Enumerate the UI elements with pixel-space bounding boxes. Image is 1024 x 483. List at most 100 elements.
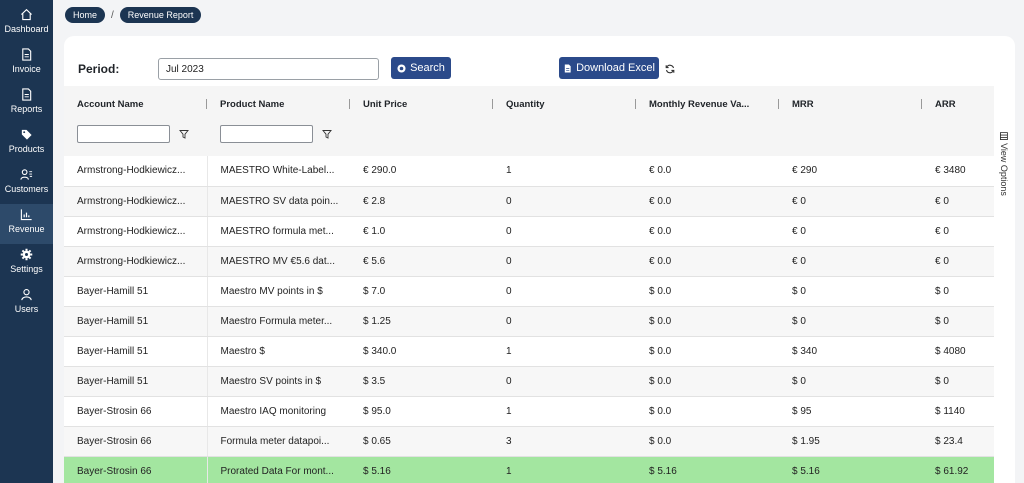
search-button[interactable]: Search	[391, 57, 451, 79]
arr-cell: $ 61.92	[922, 456, 994, 483]
product-name-cell: Maestro IAQ monitoring	[207, 396, 350, 427]
download-excel-button[interactable]: Download Excel	[559, 57, 659, 79]
column-header-arr[interactable]: ARR	[922, 86, 994, 122]
sidebar-item-users[interactable]: Users	[0, 284, 53, 324]
table-row[interactable]: Bayer-Hamill 51 Maestro $ $ 340.0 1 $ 0.0 $ 3…	[64, 336, 994, 367]
filter-cell-empty	[350, 122, 493, 156]
monthly-revenue-cell: € 0.0	[636, 246, 779, 277]
quantity-cell: 1	[493, 456, 636, 483]
table-row[interactable]: Bayer-Hamill 51 Maestro Formula meter... $…	[64, 306, 994, 337]
unit-price-cell: € 2.8	[350, 186, 493, 217]
quantity-cell: 0	[493, 216, 636, 247]
mrr-cell: $ 0	[779, 306, 922, 337]
account-name-cell: Armstrong-Hodkiewicz...	[64, 246, 208, 277]
filter-cell-empty	[779, 122, 922, 156]
arr-cell: $ 0	[922, 276, 994, 307]
product-name-cell: Maestro Formula meter...	[207, 306, 350, 337]
table-row[interactable]: Bayer-Strosin 66 Formula meter datapoi...…	[64, 426, 994, 457]
product-name-cell: Maestro MV points in $	[207, 276, 350, 307]
quantity-cell: 3	[493, 426, 636, 457]
revenue-table: Account Name Product Name Unit Price Qua…	[64, 86, 994, 483]
sidebar-item-label: Reports	[10, 104, 43, 114]
column-header-unit-price[interactable]: Unit Price	[350, 86, 493, 122]
refresh-icon[interactable]	[665, 64, 675, 74]
customers-icon	[20, 169, 33, 180]
sidebar-item-reports[interactable]: Reports	[0, 84, 53, 124]
report-card: Period: Search Download Excel View Optio…	[64, 36, 1015, 483]
product-name-cell: MAESTRO White-Label...	[207, 156, 350, 187]
unit-price-cell: $ 7.0	[350, 276, 493, 307]
period-label: Period:	[78, 62, 120, 76]
period-input[interactable]	[158, 58, 379, 80]
mrr-cell: $ 95	[779, 396, 922, 427]
document-icon	[22, 88, 32, 101]
arr-cell: $ 0	[922, 366, 994, 397]
breadcrumb-home[interactable]: Home	[65, 7, 106, 23]
sidebar-item-customers[interactable]: Customers	[0, 164, 53, 204]
monthly-revenue-cell: € 0.0	[636, 186, 779, 217]
unit-price-cell: $ 5.16	[350, 456, 493, 483]
unit-price-cell: $ 0.65	[350, 426, 493, 457]
monthly-revenue-cell: $ 0.0	[636, 396, 779, 427]
mrr-cell: € 290	[779, 156, 922, 187]
account-name-cell: Armstrong-Hodkiewicz...	[64, 186, 208, 217]
mrr-cell: $ 340	[779, 336, 922, 367]
sidebar-item-label: Invoice	[12, 64, 41, 74]
product-name-cell: Prorated Data For mont...	[207, 456, 350, 483]
sidebar: Dashboard Invoice Reports Products Custo…	[0, 0, 53, 483]
gear-icon	[20, 248, 33, 261]
document-icon	[22, 48, 32, 61]
unit-price-cell: $ 95.0	[350, 396, 493, 427]
breadcrumb-current[interactable]: Revenue Report	[119, 7, 202, 23]
unit-price-cell: $ 340.0	[350, 336, 493, 367]
breadcrumb: Home / Revenue Report	[65, 7, 202, 23]
table-row[interactable]: Armstrong-Hodkiewicz... MAESTRO White-Lab…	[64, 156, 994, 187]
column-header-product-name[interactable]: Product Name	[207, 86, 350, 122]
table-row[interactable]: Bayer-Hamill 51 Maestro SV points in $ $ 3…	[64, 366, 994, 397]
account-name-cell: Bayer-Strosin 66	[64, 396, 208, 427]
arr-cell: $ 4080	[922, 336, 994, 367]
sidebar-item-products[interactable]: Products	[0, 124, 53, 164]
user-icon	[21, 289, 32, 301]
product-name-cell: Maestro $	[207, 336, 350, 367]
column-header-quantity[interactable]: Quantity	[493, 86, 636, 122]
quantity-cell: 1	[493, 336, 636, 367]
table-row[interactable]: Armstrong-Hodkiewicz... MAESTRO SV data p…	[64, 186, 994, 217]
sidebar-item-invoice[interactable]: Invoice	[0, 44, 53, 84]
column-header-monthly-revenue[interactable]: Monthly Revenue Va...	[636, 86, 779, 122]
column-header-mrr[interactable]: MRR	[779, 86, 922, 122]
sidebar-item-dashboard[interactable]: Dashboard	[0, 4, 53, 44]
table-row[interactable]: Bayer-Strosin 66 Maestro IAQ monitoring $ …	[64, 396, 994, 427]
table-row[interactable]: Bayer-Strosin 66 Prorated Data For mont..…	[64, 456, 994, 483]
table-row[interactable]: Armstrong-Hodkiewicz... MAESTRO formula m…	[64, 216, 994, 247]
product-name-cell: Maestro SV points in $	[207, 366, 350, 397]
account-name-cell: Armstrong-Hodkiewicz...	[64, 156, 208, 187]
quantity-cell: 0	[493, 276, 636, 307]
quantity-cell: 0	[493, 186, 636, 217]
chart-icon	[20, 209, 32, 221]
monthly-revenue-cell: $ 0.0	[636, 336, 779, 367]
filter-icon[interactable]	[179, 129, 189, 139]
column-header-account-name[interactable]: Account Name	[64, 86, 207, 122]
account-name-filter-input[interactable]	[77, 125, 170, 143]
arr-cell: $ 0	[922, 306, 994, 337]
view-options-button[interactable]: View Options	[992, 104, 1015, 224]
product-name-filter-input[interactable]	[220, 125, 313, 143]
account-name-filter-cell	[64, 122, 207, 156]
table-row[interactable]: Armstrong-Hodkiewicz... MAESTRO MV €5.6 d…	[64, 246, 994, 277]
arr-cell: € 0	[922, 246, 994, 277]
account-name-cell: Bayer-Hamill 51	[64, 306, 208, 337]
arr-cell: € 3480	[922, 156, 994, 187]
search-icon	[397, 63, 406, 73]
account-name-cell: Bayer-Strosin 66	[64, 456, 208, 483]
sidebar-item-settings[interactable]: Settings	[0, 244, 53, 284]
sidebar-item-revenue[interactable]: Revenue	[0, 204, 53, 244]
filter-icon[interactable]	[322, 129, 332, 139]
mrr-cell: € 0	[779, 216, 922, 247]
table-row[interactable]: Bayer-Hamill 51 Maestro MV points in $ $ 7…	[64, 276, 994, 307]
arr-cell: $ 23.4	[922, 426, 994, 457]
mrr-cell: $ 0	[779, 276, 922, 307]
file-icon	[564, 63, 571, 73]
monthly-revenue-cell: $ 0.0	[636, 426, 779, 457]
unit-price-cell: € 1.0	[350, 216, 493, 247]
